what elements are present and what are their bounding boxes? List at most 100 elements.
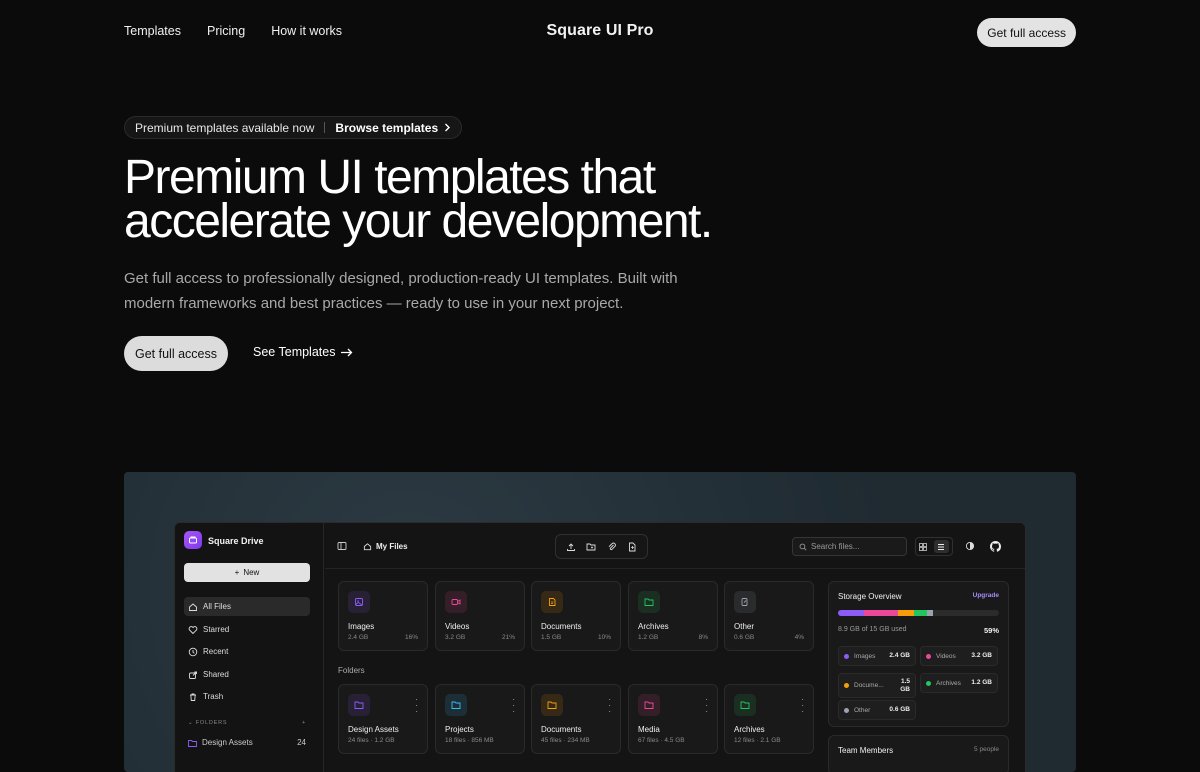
sidebar-folder-design-assets[interactable]: Design Assets 24 xyxy=(188,738,306,747)
storage-bar-segment xyxy=(926,610,933,616)
see-templates-button[interactable]: See Templates xyxy=(253,345,353,359)
storage-legend-item: Videos 3.2 GB xyxy=(920,646,998,666)
more-options-icon[interactable]: · · · xyxy=(608,696,611,716)
category-percent: 4% xyxy=(794,634,804,641)
category-card-documents[interactable]: Documents 1.5 GB 10% xyxy=(531,581,621,651)
category-name: Videos xyxy=(445,622,470,631)
legend-label: Docume... xyxy=(854,682,884,689)
list-view-button[interactable] xyxy=(933,540,949,553)
new-button[interactable]: + New xyxy=(184,563,310,582)
add-folder-button[interactable]: + xyxy=(302,720,306,726)
app-logo-icon xyxy=(184,531,202,549)
nav-link-pricing[interactable]: Pricing xyxy=(207,24,245,38)
folder-icon xyxy=(188,739,197,747)
grid-view-icon[interactable] xyxy=(919,542,928,551)
legend-dot xyxy=(844,707,849,713)
legend-value: 0.6 GB xyxy=(889,706,910,713)
upload-icon[interactable] xyxy=(566,542,576,552)
folder-meta: 67 files · 4.5 GB xyxy=(638,737,685,744)
legend-value: 1.5 GB xyxy=(900,677,910,693)
storage-legend-item: Other 0.6 GB xyxy=(838,700,916,720)
new-file-icon[interactable] xyxy=(627,542,637,552)
heart-icon xyxy=(188,625,198,634)
category-card-images[interactable]: Images 2.4 GB 16% xyxy=(338,581,428,651)
sidebar-item-recent[interactable]: Recent xyxy=(184,642,310,661)
legend-label: Archives xyxy=(936,679,961,687)
home-icon xyxy=(189,602,197,611)
attach-icon[interactable] xyxy=(607,542,617,552)
documents-icon xyxy=(541,591,563,613)
more-options-icon[interactable]: · · · xyxy=(801,696,804,716)
other-icon xyxy=(734,591,756,613)
trash-icon xyxy=(190,693,196,701)
legend-label: Images xyxy=(854,652,876,660)
videos-icon xyxy=(445,591,467,613)
folder-name: Projects xyxy=(445,725,474,734)
search-input[interactable]: Search files... xyxy=(792,537,907,556)
arrow-right-icon xyxy=(341,348,353,356)
new-folder-icon[interactable] xyxy=(586,542,596,552)
sidebar-item-label: Starred xyxy=(203,625,230,634)
storage-legend-item: Docume... 1.5 GB xyxy=(838,673,916,698)
more-options-icon[interactable]: · · · xyxy=(512,696,515,716)
folder-card[interactable]: · · · Media 67 files · 4.5 GB xyxy=(628,684,718,754)
category-card-other[interactable]: Other 0.6 GB 4% xyxy=(724,581,814,651)
sidebar-item-trash[interactable]: Trash xyxy=(184,687,310,706)
folder-name: Archives xyxy=(734,725,765,734)
view-toggle xyxy=(915,537,953,556)
sidebar-item-label: Recent xyxy=(203,647,229,656)
category-card-videos[interactable]: Videos 3.2 GB 21% xyxy=(435,581,525,651)
legend-dot xyxy=(844,683,849,688)
sidebar-item-starred[interactable]: Starred xyxy=(184,620,310,639)
new-button-label: New xyxy=(243,568,260,577)
category-name: Archives xyxy=(638,622,669,631)
category-size: 3.2 GB xyxy=(445,634,466,641)
more-options-icon[interactable]: · · · xyxy=(705,696,708,716)
home-icon xyxy=(363,543,372,551)
upgrade-link[interactable]: Upgrade xyxy=(973,592,999,599)
storage-bar-segment xyxy=(897,610,914,616)
nav-link-templates[interactable]: Templates xyxy=(124,24,181,38)
get-full-access-button[interactable]: Get full access xyxy=(124,336,228,371)
storage-bar-segment xyxy=(913,610,927,616)
storage-used-percent: 59% xyxy=(983,626,999,635)
sidebar-item-shared[interactable]: Shared xyxy=(184,665,310,684)
category-percent: 10% xyxy=(597,634,611,641)
folder-card[interactable]: · · · Documents 45 files · 234 MB xyxy=(531,684,621,754)
folder-card[interactable]: · · · Design Assets 24 files · 1.2 GB xyxy=(338,684,428,754)
storage-usage-bar xyxy=(838,610,999,616)
announcement-pill[interactable]: Premium templates available now Browse t… xyxy=(124,116,463,139)
category-size: 0.6 GB xyxy=(734,634,755,641)
hero-title: Premium UI templates that accelerate you… xyxy=(124,154,844,246)
folder-meta: 24 files · 1.2 GB xyxy=(348,737,395,744)
see-templates-label: See Templates xyxy=(253,345,336,359)
folder-name: Documents xyxy=(541,725,582,734)
nav-link-how-it-works[interactable]: How it works xyxy=(271,24,342,38)
sidebar-item-all-files[interactable]: All Files xyxy=(184,597,310,616)
app-name: Square Drive xyxy=(208,536,264,546)
legend-value: 3.2 GB xyxy=(971,652,992,659)
github-icon[interactable] xyxy=(990,541,1001,552)
app-sidebar: Square Drive + New All Files Starred Rec… xyxy=(175,523,324,772)
legend-value: 1.2 GB xyxy=(971,679,992,686)
search-icon xyxy=(799,543,807,551)
breadcrumb[interactable]: My Files xyxy=(363,542,408,551)
app-toolbar: My Files Search files... xyxy=(325,523,1025,569)
drive-app-window: Square Drive + New All Files Starred Rec… xyxy=(174,522,1026,772)
sidebar-item-label: Trash xyxy=(203,692,224,701)
storage-overview-card: Storage Overview Upgrade 8.9 GB of 15 GB… xyxy=(828,581,1009,727)
more-options-icon[interactable]: · · · xyxy=(415,696,418,716)
theme-toggle-icon[interactable] xyxy=(965,541,975,551)
folder-meta: 18 files · 856 MB xyxy=(445,737,494,744)
folder-card[interactable]: · · · Projects 18 files · 856 MB xyxy=(435,684,525,754)
browse-templates-link[interactable]: Browse templates xyxy=(335,121,451,135)
browse-templates-label: Browse templates xyxy=(335,120,439,135)
sidebar-item-label: Shared xyxy=(203,670,229,679)
clock-icon xyxy=(188,647,198,656)
get-full-access-nav-button[interactable]: Get full access xyxy=(977,18,1076,47)
storage-legend-item: Images 2.4 GB xyxy=(838,646,916,666)
sidebar-toggle-icon[interactable] xyxy=(337,541,347,551)
folder-card[interactable]: · · · Archives 12 files · 2.1 GB xyxy=(724,684,814,754)
category-card-archives[interactable]: Archives 1.2 GB 8% xyxy=(628,581,718,651)
folder-icon xyxy=(445,694,467,716)
